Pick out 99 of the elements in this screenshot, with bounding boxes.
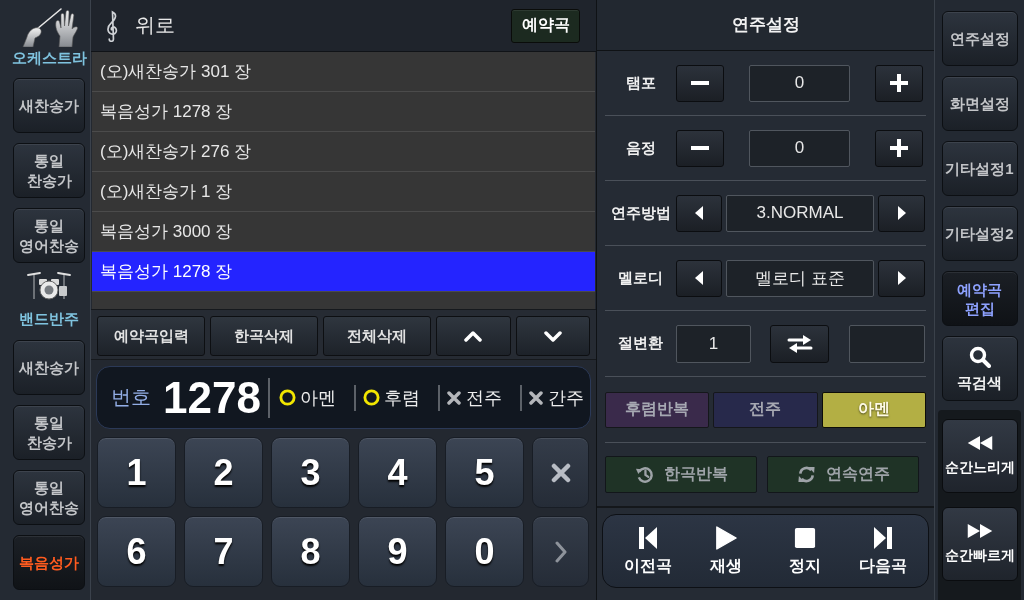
setting-label: 음정 xyxy=(624,138,657,158)
digit-key[interactable]: 6 xyxy=(97,516,176,587)
toolbar-button[interactable]: 전체삭제 xyxy=(323,316,431,356)
move-up-button[interactable] xyxy=(436,316,511,356)
digit-key[interactable]: 3 xyxy=(271,437,350,508)
toggle-button[interactable]: 전주 xyxy=(713,391,818,428)
stop-icon xyxy=(793,525,816,550)
digit-key[interactable]: 4 xyxy=(358,437,437,508)
digit-key[interactable]: 8 xyxy=(271,516,350,587)
value-field: 멜로디 표준 xyxy=(726,259,874,297)
setting-label: 연주방법 xyxy=(609,203,672,223)
menu-button[interactable]: 곡검색 xyxy=(941,336,1018,401)
digit-key[interactable]: 5 xyxy=(445,437,524,508)
minus-button[interactable] xyxy=(676,129,724,167)
previous-option-button[interactable] xyxy=(676,259,722,297)
plus-button[interactable] xyxy=(875,129,923,167)
chevron-up-icon xyxy=(464,330,483,342)
clear-key[interactable] xyxy=(532,437,589,508)
repeat-button[interactable]: 한곡반복 xyxy=(605,456,757,493)
drum-kit-icon xyxy=(27,271,71,300)
digit-key[interactable]: 2 xyxy=(184,437,263,508)
value-field: 0 xyxy=(749,64,850,102)
setting-label: 멜로디 xyxy=(617,268,664,288)
skip-forward-icon xyxy=(871,525,894,550)
speed-button[interactable]: 순간빠르게 xyxy=(941,507,1018,581)
treble-clef-icon xyxy=(105,9,120,42)
menu-button[interactable]: 기타설정2 xyxy=(941,206,1018,261)
setting-label: 탬포 xyxy=(624,73,657,93)
plus-icon xyxy=(890,139,908,157)
category-button[interactable]: 통일 찬송가 xyxy=(13,405,85,460)
refresh-icon xyxy=(796,465,816,484)
history-icon xyxy=(634,465,654,484)
section-label: 밴드반주 xyxy=(19,309,79,329)
chevron-right-icon xyxy=(554,540,567,563)
toggle-button[interactable]: 후렴반복 xyxy=(605,391,710,428)
value-field: 1 xyxy=(676,324,751,363)
next-key[interactable] xyxy=(532,516,589,587)
digit-key[interactable]: 0 xyxy=(445,516,524,587)
option-label: 후렴 xyxy=(383,386,420,410)
next-option-button[interactable] xyxy=(878,194,925,232)
caret-right-icon xyxy=(897,271,906,285)
transport-button[interactable]: 정지 xyxy=(765,515,844,587)
play-icon xyxy=(715,525,738,550)
caret-left-icon xyxy=(695,206,703,220)
song-row[interactable]: (오)새찬송가 1 장 xyxy=(92,172,595,212)
skip-back-icon xyxy=(637,525,660,550)
value-field: 0 xyxy=(749,129,850,167)
minus-button[interactable] xyxy=(676,64,724,102)
song-title: 위로 xyxy=(135,13,175,38)
transport-button[interactable]: 다음곡 xyxy=(843,515,922,587)
category-button[interactable]: 통일 영어찬송 xyxy=(13,208,85,263)
menu-button[interactable]: 예약곡 편집 xyxy=(941,271,1018,326)
value-field: 3.NORMAL xyxy=(726,194,874,232)
category-button[interactable]: 통일 영어찬송 xyxy=(13,470,85,525)
panel-title: 연주설정 xyxy=(597,0,934,51)
section-label: 오케스트라 xyxy=(11,48,87,68)
digit-key[interactable]: 7 xyxy=(184,516,263,587)
category-button[interactable]: 새찬송가 xyxy=(13,78,85,133)
setting-label: 절변환 xyxy=(617,334,664,353)
category-button[interactable]: 새찬송가 xyxy=(13,340,85,395)
menu-button[interactable]: 기타설정1 xyxy=(941,141,1018,196)
plus-icon xyxy=(890,74,908,92)
next-option-button[interactable] xyxy=(878,259,925,297)
minus-icon xyxy=(691,81,709,85)
search-icon xyxy=(968,345,991,368)
move-down-button[interactable] xyxy=(515,316,590,356)
caret-left-icon xyxy=(695,271,703,285)
option-label: 전주 xyxy=(465,386,502,410)
song-row[interactable]: (오)새찬송가 301 장 xyxy=(92,52,595,92)
minus-icon xyxy=(691,146,709,150)
swap-icon xyxy=(786,333,813,354)
repeat-button[interactable]: 연속연주 xyxy=(767,456,919,493)
song-row[interactable]: 복음성가 1278 장 xyxy=(92,252,595,292)
cross-icon xyxy=(550,462,571,483)
fast-forward-icon xyxy=(965,523,994,539)
song-row[interactable]: (오)새찬송가 276 장 xyxy=(92,132,595,172)
chevron-down-icon xyxy=(543,330,562,342)
swap-button[interactable] xyxy=(770,324,829,363)
toolbar-button[interactable]: 한곡삭제 xyxy=(210,316,318,356)
transport-button[interactable]: 재생 xyxy=(687,515,766,587)
number-label: 번호 xyxy=(111,385,151,410)
digit-key[interactable]: 9 xyxy=(358,516,437,587)
digit-key[interactable]: 1 xyxy=(97,437,176,508)
toolbar-button[interactable]: 예약곡입력 xyxy=(97,316,205,356)
reserved-songs-button[interactable]: 예약곡 xyxy=(511,8,580,43)
option-label: 아멘 xyxy=(299,386,336,410)
number-value: 1278 xyxy=(163,375,261,420)
speed-button[interactable]: 순간느리게 xyxy=(941,419,1018,493)
menu-button[interactable]: 연주설정 xyxy=(941,11,1018,66)
category-button[interactable]: 통일 찬송가 xyxy=(13,143,85,198)
song-row[interactable]: 복음성가 1278 장 xyxy=(92,92,595,132)
plus-button[interactable] xyxy=(875,64,923,102)
transport-button[interactable]: 이전곡 xyxy=(609,515,688,587)
category-button[interactable]: 복음성가 xyxy=(13,535,85,590)
input-field[interactable] xyxy=(849,324,925,363)
previous-option-button[interactable] xyxy=(676,194,722,232)
menu-button[interactable]: 화면설정 xyxy=(941,76,1018,131)
option-label: 간주 xyxy=(547,386,584,410)
caret-right-icon xyxy=(897,206,906,220)
